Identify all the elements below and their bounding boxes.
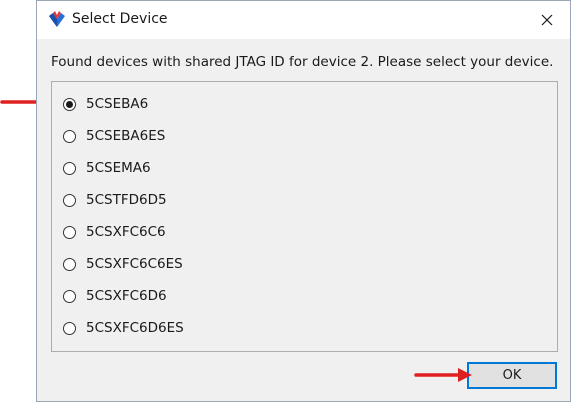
device-label: 5CSEBA6 [86, 96, 149, 112]
device-option-7[interactable]: 5CSXFC6D6ES [63, 317, 184, 339]
select-device-dialog: Select Device Found devices with shared … [36, 0, 571, 402]
radio-button[interactable] [63, 257, 76, 271]
radio-button[interactable] [63, 97, 76, 111]
annotation-arrow-ok [414, 368, 472, 382]
device-option-1[interactable]: 5CSEBA6ES [63, 125, 165, 147]
device-option-4[interactable]: 5CSXFC6C6 [63, 221, 166, 243]
radio-selected-dot [66, 100, 73, 108]
device-label: 5CSXFC6D6ES [86, 320, 184, 336]
close-button[interactable] [524, 1, 570, 39]
device-option-3[interactable]: 5CSTFD6D5 [63, 189, 167, 211]
quartus-logo-icon [49, 11, 65, 27]
device-label: 5CSEBA6ES [86, 128, 166, 144]
radio-button[interactable] [63, 225, 76, 239]
radio-button[interactable] [63, 129, 76, 143]
device-option-0[interactable]: 5CSEBA6 [63, 93, 148, 115]
device-label: 5CSXFC6D6 [86, 288, 167, 304]
radio-button[interactable] [63, 193, 76, 207]
device-list: 5CSEBA6 5CSEBA6ES 5CSEMA6 5CSTFD6D5 5CSX… [51, 81, 558, 352]
radio-button[interactable] [63, 289, 76, 303]
window-title: Select Device [72, 11, 168, 27]
device-label: 5CSTFD6D5 [86, 192, 167, 208]
ok-button[interactable]: OK [467, 362, 557, 389]
radio-button[interactable] [63, 321, 76, 335]
device-option-5[interactable]: 5CSXFC6C6ES [63, 253, 183, 275]
radio-button[interactable] [63, 161, 76, 175]
device-label: 5CSXFC6C6ES [86, 256, 183, 272]
title-bar: Select Device [37, 1, 570, 39]
device-label: 5CSEMA6 [86, 160, 151, 176]
instruction-text: Found devices with shared JTAG ID for de… [51, 54, 554, 70]
device-option-6[interactable]: 5CSXFC6D6 [63, 285, 167, 307]
device-label: 5CSXFC6C6 [86, 224, 166, 240]
device-option-2[interactable]: 5CSEMA6 [63, 157, 151, 179]
close-icon [541, 14, 553, 26]
